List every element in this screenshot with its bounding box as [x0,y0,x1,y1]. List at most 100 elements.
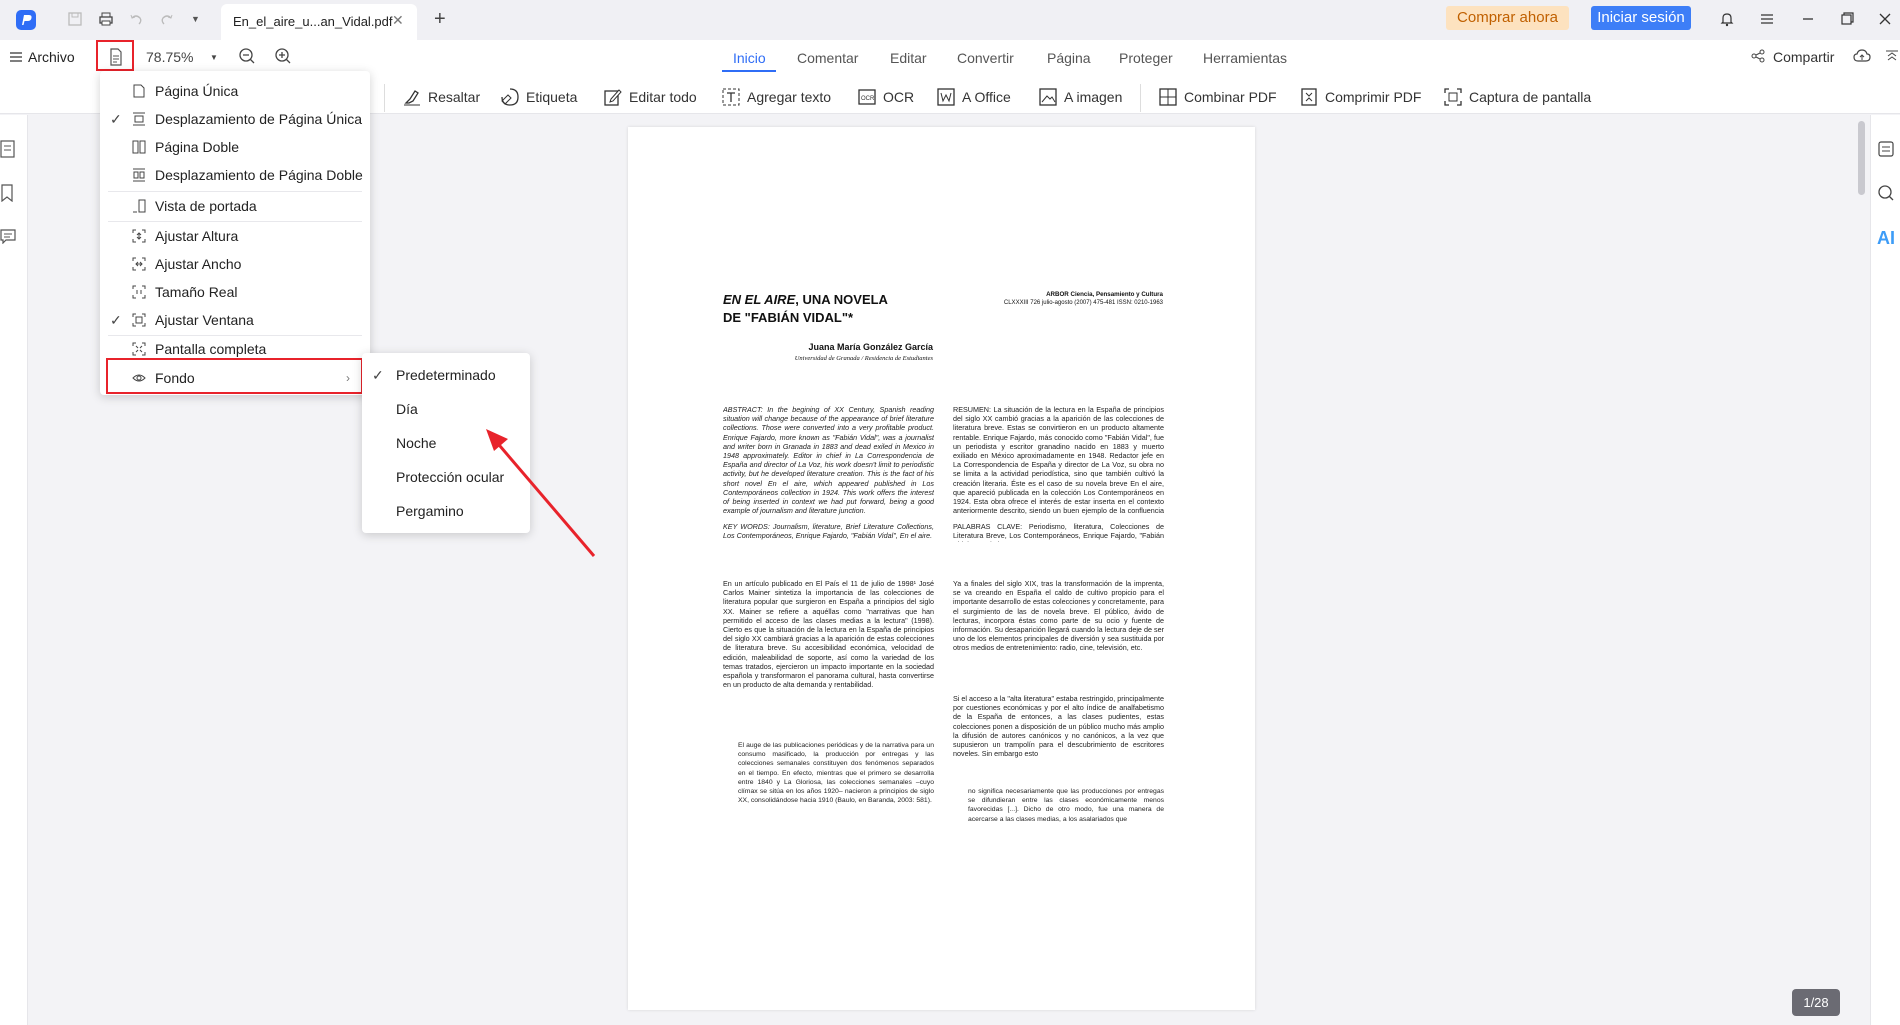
new-tab-icon[interactable]: + [434,8,446,31]
svg-text:OCR: OCR [861,96,875,102]
add-text-tool-label: Agregar texto [747,89,832,105]
tab-convertir[interactable]: Convertir [957,50,1014,66]
active-tab-indicator [722,70,776,72]
highlight-tool-label: Resaltar [428,89,481,105]
print-icon[interactable] [97,10,117,30]
fit-window-icon [132,313,146,327]
menu-item-ajustar-ancho[interactable]: Ajustar Ancho [100,251,370,277]
submenu-item-predeterminado[interactable]: ✓ Predeterminado [362,361,530,389]
thumbnails-icon[interactable] [0,140,16,158]
image-icon [1039,88,1057,106]
compress-pdf-tool[interactable]: Comprimir PDF [1299,86,1421,108]
author-affiliation: Universidad de Granada / Residencia de E… [794,355,933,362]
tab-inicio[interactable]: Inicio [733,50,766,66]
redo-icon[interactable] [158,10,178,30]
page-view-menu: Página Única ✓ Desplazamiento de Página … [100,71,370,395]
menu-item-desplazamiento-pagina-doble[interactable]: Desplazamiento de Página Doble [100,162,370,188]
highlight-tool[interactable]: Resaltar [402,86,480,108]
close-window-icon[interactable] [1876,10,1896,30]
double-page-icon [132,140,146,154]
page-view-highlight [96,40,134,71]
login-button[interactable]: Iniciar sesión [1591,6,1691,30]
tab-comentar[interactable]: Comentar [797,50,858,66]
edit-all-tool[interactable]: Editar todo [603,86,697,108]
menu-item-pagina-unica[interactable]: Página Única [100,78,370,104]
search-icon[interactable] [1877,184,1895,202]
tag-tool-label: Etiqueta [526,89,578,105]
screenshot-tool[interactable]: Captura de pantalla [1443,86,1591,108]
document-tab[interactable]: En_el_aire_u...an_Vidal.pdf [221,4,417,40]
tab-herramientas[interactable]: Herramientas [1203,50,1287,66]
compress-pdf-tool-label: Comprimir PDF [1325,89,1422,105]
tab-editar[interactable]: Editar [890,50,927,66]
bookmark-icon[interactable] [0,184,14,202]
keywords-text: KEY WORDS: Journalism, literature, Brief… [723,522,934,541]
to-office-tool-label: A Office [962,89,1011,105]
tab-pagina[interactable]: Página [1047,50,1091,66]
annotation-arrow [486,429,596,557]
undo-icon[interactable] [127,10,147,30]
share-button[interactable]: Compartir [1773,49,1834,65]
menu-item-ajustar-altura[interactable]: Ajustar Altura [100,223,370,249]
article-title-line1: EN EL AIRE, UNA NOVELA [723,292,888,307]
add-text-tool[interactable]: Agregar texto [721,86,831,108]
ai-assistant-icon[interactable]: AI [1877,228,1895,249]
menu-icon[interactable] [1758,10,1778,30]
menu-item-pagina-doble[interactable]: Página Doble [100,134,370,160]
zoom-out-icon[interactable] [238,47,256,65]
file-menu[interactable]: Archivo [28,49,75,65]
ocr-tool[interactable]: OCR OCR [857,86,914,108]
menu-item-vista-portada[interactable]: Vista de portada [100,193,370,219]
edit-all-tool-label: Editar todo [629,89,697,105]
menu-divider [108,191,362,192]
article-title-line2: DE "FABIÁN VIDAL"* [723,310,854,325]
to-image-tool[interactable]: A imagen [1038,86,1122,108]
combine-pdf-tool[interactable]: Combinar PDF [1158,86,1277,108]
collapse-ribbon-icon[interactable] [1885,50,1899,62]
menu-item-desplazamiento-pagina-unica[interactable]: ✓ Desplazamiento de Página Única [100,106,370,132]
scrollbar-thumb[interactable] [1858,121,1865,195]
fit-height-icon [132,229,146,243]
properties-icon[interactable] [1877,140,1895,158]
right-sidebar [1870,115,1900,1025]
hamburger-icon[interactable] [9,51,23,63]
to-office-tool[interactable]: A Office [936,86,1011,108]
notification-bell-icon[interactable] [1718,10,1738,30]
actual-size-icon [132,285,146,299]
cloud-upload-icon[interactable] [1853,48,1871,64]
menu-item-ajustar-ventana[interactable]: ✓ Ajustar Ventana [100,307,370,333]
document-tab-title: En_el_aire_u...an_Vidal.pdf [233,14,393,29]
buy-now-button[interactable]: Comprar ahora [1446,6,1569,30]
zoom-dropdown-icon[interactable]: ▼ [210,53,218,62]
comments-icon[interactable] [0,228,16,244]
body-right-paragraph-2: Si el acceso a la "alta literatura" esta… [953,694,1164,759]
scroll-double-page-icon [133,168,145,182]
zoom-level[interactable]: 78.75% [146,49,193,65]
maximize-icon[interactable] [1838,10,1858,30]
left-sidebar [0,115,28,1025]
save-icon[interactable] [66,10,86,30]
ocr-icon: OCR [858,89,876,105]
quote-right: no significa necesariamente que las prod… [968,788,1164,823]
page-indicator[interactable]: 1/28 [1792,989,1840,1016]
journal-issue: CLXXXIII 726 julio-agosto (2007) 475-481… [1003,300,1163,306]
app-logo-icon [16,10,36,30]
single-page-icon [133,84,145,98]
compress-icon [1301,88,1317,106]
close-tab-icon[interactable]: ✕ [392,12,404,29]
tab-proteger[interactable]: Proteger [1119,50,1173,66]
minimize-icon[interactable] [1799,10,1819,30]
submenu-item-dia[interactable]: Día [362,395,530,423]
checkmark-icon: ✓ [372,367,384,383]
share-icon[interactable] [1751,49,1765,63]
cover-view-icon [133,199,146,213]
menu-item-tamano-real[interactable]: Tamaño Real [100,279,370,305]
ocr-tool-label: OCR [883,89,915,105]
fullscreen-icon [132,342,146,356]
tag-tool[interactable]: Etiqueta [500,86,577,108]
screenshot-tool-label: Captura de pantalla [1469,89,1592,105]
checkmark-icon: ✓ [110,312,122,328]
quick-access-dropdown-icon[interactable]: ▼ [191,14,211,34]
zoom-in-icon[interactable] [274,47,292,65]
word-icon [937,88,955,106]
